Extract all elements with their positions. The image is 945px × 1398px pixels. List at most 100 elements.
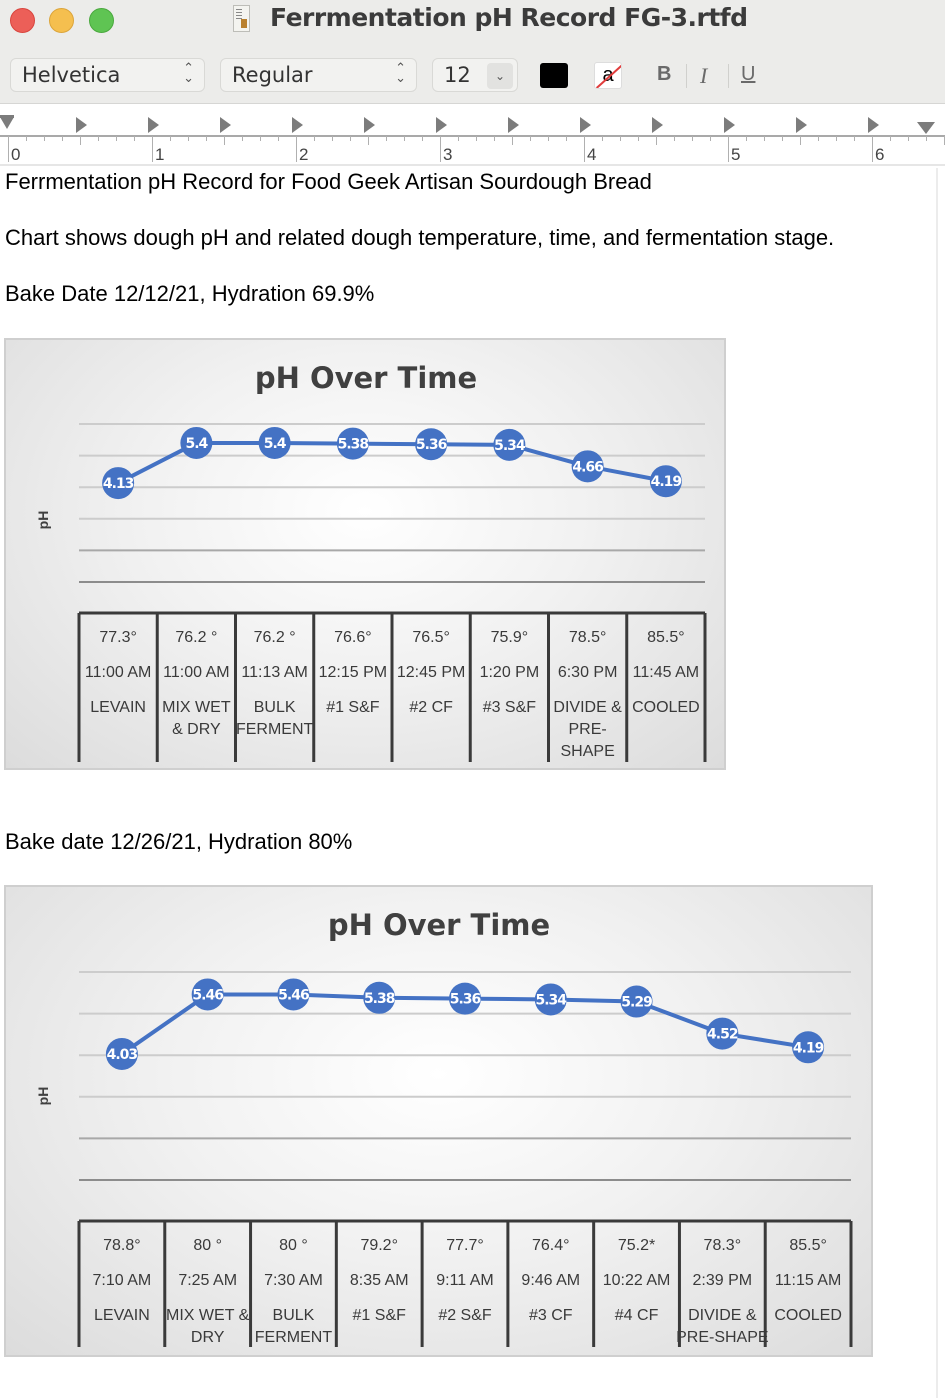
temperature-cell: 80 ° (193, 1237, 222, 1254)
left-indent-marker[interactable] (0, 117, 14, 129)
ruler-tick (206, 136, 207, 141)
stage-cell: #2 S&F (438, 1307, 492, 1324)
data-label: 4.03 (107, 1047, 138, 1063)
stage-cell: #2 CF (409, 699, 453, 716)
tab-stop-marker[interactable] (76, 117, 87, 133)
temperature-cell: 76.2 ° (175, 629, 217, 646)
temperature-cell: 76.4° (532, 1237, 570, 1254)
tab-stop-marker[interactable] (796, 117, 807, 133)
font-style-select[interactable]: Regular ⌃ ⌄ (220, 58, 417, 92)
stage-cell: PRE-SHAPE (676, 1329, 768, 1346)
time-cell: 9:46 AM (521, 1272, 580, 1289)
text-color-well[interactable] (540, 63, 568, 88)
temperature-cell: 76.5° (412, 629, 450, 646)
stage-cell: #1 S&F (326, 699, 380, 716)
ruler-tick (296, 136, 297, 162)
bold-button[interactable]: B (657, 63, 671, 86)
time-cell: 6:30 PM (558, 664, 618, 681)
temperature-cell: 75.2* (618, 1237, 655, 1254)
ruler-tick (314, 136, 315, 141)
ruler-tick (584, 136, 585, 162)
ruler-tick (44, 136, 45, 141)
font-style-value: Regular (232, 63, 313, 87)
toolbar-divider (686, 64, 687, 88)
tab-stop-marker[interactable] (868, 117, 879, 133)
chart-title: pH Over Time (328, 908, 550, 942)
time-cell: 9:11 AM (436, 1272, 494, 1289)
font-size-value[interactable]: 12 (444, 63, 471, 87)
ruler-tick (494, 136, 495, 141)
vertical-scrollbar[interactable] (936, 168, 945, 1398)
ruler-tick (620, 136, 621, 141)
ruler-tick (728, 136, 729, 162)
stage-cell: BULK (254, 699, 296, 716)
temperature-cell: 76.6° (334, 629, 372, 646)
data-label: 4.19 (651, 474, 682, 490)
italic-button[interactable]: I (700, 63, 707, 89)
ruler-tick (926, 136, 927, 141)
ruler-tick (890, 136, 891, 141)
data-label: 5.4 (264, 436, 287, 452)
ruler-tick (800, 136, 801, 145)
tab-stop-marker[interactable] (652, 117, 663, 133)
tab-stop-marker[interactable] (724, 117, 735, 133)
right-indent-marker[interactable] (917, 122, 935, 134)
stage-cell: #3 S&F (483, 699, 537, 716)
bake1-label: Bake Date 12/12/21, Hydration 69.9% (5, 281, 375, 306)
time-cell: 11:00 AM (163, 664, 229, 681)
data-label: 5.34 (494, 438, 526, 454)
underline-button[interactable]: U (741, 63, 755, 86)
zoom-window-button[interactable] (89, 8, 114, 33)
time-cell: 11:13 AM (241, 664, 307, 681)
data-label: 5.4 (185, 436, 208, 452)
y-axis-label: pH (35, 1087, 51, 1106)
ruler-tick (260, 136, 261, 141)
ruler[interactable]: 0 1 2 3 4 5 6 (0, 105, 945, 166)
tab-stop-marker[interactable] (508, 117, 519, 133)
ruler-tick (818, 136, 819, 141)
tab-stop-marker[interactable] (292, 117, 303, 133)
time-cell: 7:30 AM (264, 1272, 323, 1289)
stage-cell: FERMENT (236, 721, 314, 738)
data-label: 4.19 (793, 1040, 824, 1056)
data-label: 5.46 (278, 987, 309, 1003)
ruler-tick (116, 136, 117, 141)
chevron-down-icon[interactable]: ⌄ (487, 63, 513, 89)
stage-cell: #1 S&F (353, 1307, 407, 1324)
document-heading: Ferrmentation pH Record for Food Geek Ar… (5, 169, 652, 194)
ruler-tick (350, 136, 351, 141)
temperature-cell: 75.9° (491, 629, 529, 646)
minimize-window-button[interactable] (49, 8, 74, 33)
ruler-tick (404, 136, 405, 141)
tab-stop-marker[interactable] (148, 117, 159, 133)
ruler-tick (764, 136, 765, 141)
ruler-tick (674, 136, 675, 141)
document-proxy-icon[interactable] (233, 5, 250, 32)
font-family-select[interactable]: Helvetica ⌃ ⌄ (10, 58, 205, 92)
ruler-number: 6 (875, 145, 885, 164)
data-label: 5.38 (364, 991, 395, 1007)
ruler-number: 1 (155, 145, 165, 164)
temperature-cell: 77.7° (446, 1237, 484, 1254)
font-size-combobox[interactable]: 12 ⌄ (432, 58, 518, 92)
ruler-tick (26, 136, 27, 141)
data-label: 5.46 (192, 987, 223, 1003)
ruler-tick (872, 136, 873, 162)
ruler-tick (908, 136, 909, 141)
temperature-cell: 80 ° (279, 1237, 308, 1254)
chart-svg: pH Over Time pH 4.03 5.46 5.46 5.38 5.36 5.34 5.… (35, 908, 853, 1347)
tab-stop-marker[interactable] (364, 117, 375, 133)
ruler-number: 0 (11, 145, 21, 164)
tab-stop-marker[interactable] (580, 117, 591, 133)
document-description: Chart shows dough pH and related dough t… (5, 225, 835, 250)
font-family-value: Helvetica (22, 63, 121, 87)
stage-cell: #3 CF (529, 1307, 573, 1324)
tab-stop-marker[interactable] (436, 117, 447, 133)
close-window-button[interactable] (10, 8, 35, 33)
tab-stop-marker[interactable] (220, 117, 231, 133)
toolbar-divider (728, 64, 729, 88)
background-color-well[interactable]: a (594, 62, 622, 89)
ruler-baseline (0, 135, 945, 137)
ruler-tick (854, 136, 855, 141)
ruler-tick (242, 136, 243, 141)
